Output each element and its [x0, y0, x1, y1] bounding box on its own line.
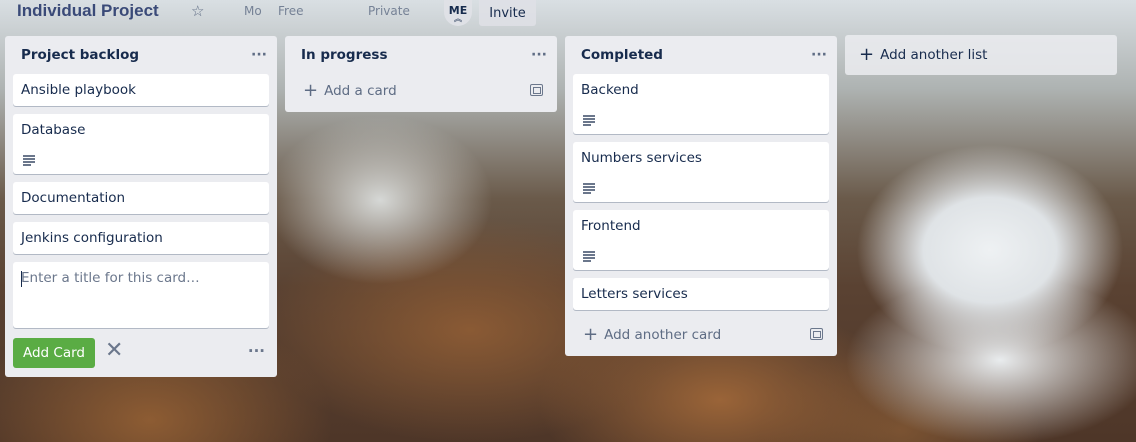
- visibility-button[interactable]: Private: [368, 4, 410, 18]
- add-card-label: Add a card: [324, 83, 397, 99]
- card-title: Database: [21, 122, 86, 138]
- add-card-label: Add another card: [604, 327, 722, 343]
- plus-icon: +: [859, 44, 875, 65]
- avatar[interactable]: ME ︽: [444, 0, 472, 26]
- add-card-button[interactable]: Add Card: [13, 338, 95, 368]
- card[interactable]: Jenkins configuration: [13, 222, 269, 254]
- card[interactable]: Backend: [573, 74, 829, 134]
- card-title: Jenkins configuration: [21, 230, 163, 246]
- card[interactable]: Ansible playbook: [13, 74, 269, 106]
- plan-badge[interactable]: Free: [278, 4, 303, 18]
- list-project-backlog: Project backlog ··· Ansible playbook Dat…: [5, 36, 277, 377]
- list-menu-icon[interactable]: ···: [811, 47, 827, 63]
- card[interactable]: Database: [13, 114, 269, 174]
- list-title[interactable]: In progress: [301, 47, 387, 63]
- list-header: Completed ···: [565, 36, 837, 74]
- close-icon[interactable]: ✕: [105, 339, 123, 363]
- card-title: Ansible playbook: [21, 82, 136, 98]
- card[interactable]: Documentation: [13, 182, 269, 214]
- card[interactable]: Numbers services: [573, 142, 829, 202]
- description-icon: [583, 115, 595, 126]
- card[interactable]: Letters services: [573, 278, 829, 310]
- description-icon: [23, 155, 35, 166]
- description-icon: [583, 251, 595, 262]
- card-title: Documentation: [21, 190, 126, 206]
- description-icon: [583, 183, 595, 194]
- card-template-icon[interactable]: [810, 328, 823, 340]
- composer-options-icon[interactable]: ···: [248, 342, 265, 360]
- card[interactable]: Frontend: [573, 210, 829, 270]
- list-completed: Completed ··· Backend Numbers services F…: [565, 36, 837, 356]
- add-card-link[interactable]: + Add a card: [293, 77, 549, 105]
- plus-icon: +: [303, 80, 319, 101]
- list-header: Project backlog ···: [5, 36, 277, 74]
- card-title: Frontend: [581, 218, 641, 234]
- card-title: Letters services: [581, 286, 688, 302]
- list-in-progress: In progress ··· + Add a card: [285, 36, 557, 112]
- workspace-name[interactable]: Mo: [244, 4, 262, 18]
- board-title[interactable]: Individual Project: [17, 1, 159, 21]
- board-header: Individual Project ☆ Mo Free Private ME …: [0, 0, 1136, 26]
- list-title[interactable]: Completed: [581, 47, 663, 63]
- card-template-icon[interactable]: [530, 84, 543, 96]
- list-title[interactable]: Project backlog: [21, 47, 139, 63]
- add-list-label: Add another list: [880, 47, 988, 63]
- card-title: Numbers services: [581, 150, 702, 166]
- card-composer: [13, 262, 269, 328]
- plus-icon: +: [583, 324, 599, 345]
- list-menu-icon[interactable]: ···: [251, 47, 267, 63]
- admin-chevron-icon: ︽: [454, 13, 462, 23]
- add-list-button[interactable]: + Add another list: [845, 35, 1117, 75]
- text-caret: [21, 271, 22, 287]
- card-title: Backend: [581, 82, 639, 98]
- add-another-card-link[interactable]: + Add another card: [573, 321, 829, 349]
- list-header: In progress ···: [285, 36, 557, 74]
- invite-button[interactable]: Invite: [479, 0, 536, 26]
- star-icon[interactable]: ☆: [191, 4, 206, 19]
- list-menu-icon[interactable]: ···: [531, 47, 547, 63]
- card-title-input[interactable]: [13, 262, 269, 328]
